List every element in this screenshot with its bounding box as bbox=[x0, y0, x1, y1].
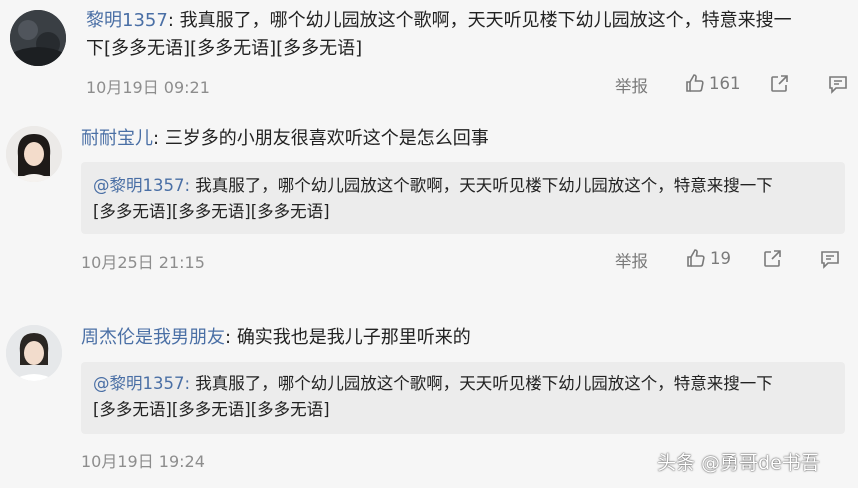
quoted-comment[interactable]: @黎明1357: 我真服了，哪个幼儿园放这个歌啊，天天听见楼下幼儿园放这个，特意… bbox=[81, 362, 845, 434]
comment-item: 黎明1357: 我真服了，哪个幼儿园放这个歌啊，天天听见楼下幼儿园放这个，特意来… bbox=[0, 0, 858, 110]
comment-body: 确实我也是我儿子那里听来的 bbox=[236, 327, 471, 348]
share-button[interactable] bbox=[762, 249, 782, 269]
quoted-body-continued: [多多无语][多多无语][多多无语] bbox=[93, 400, 330, 419]
separator: : bbox=[225, 327, 232, 348]
comment-date: 10月25日 21:15 bbox=[81, 253, 205, 272]
thumb-up-icon bbox=[686, 248, 706, 268]
quoted-comment[interactable]: @黎明1357: 我真服了，哪个幼儿园放这个歌啊，天天听见楼下幼儿园放这个，特意… bbox=[81, 162, 845, 234]
avatar[interactable] bbox=[10, 10, 66, 66]
like-count: 161 bbox=[709, 73, 741, 93]
reply-button[interactable] bbox=[828, 74, 848, 94]
separator: : bbox=[153, 128, 160, 149]
username-link[interactable]: 周杰伦是我男朋友 bbox=[81, 327, 225, 348]
comment-date: 10月19日 09:21 bbox=[86, 78, 210, 97]
comment-body: 我真服了，哪个幼儿园放这个歌啊，天天听见楼下幼儿园放这个，特意来搜一 bbox=[179, 10, 792, 31]
quoted-text-continued: [多多无语][多多无语][多多无语] bbox=[93, 200, 330, 224]
username-link[interactable]: 黎明1357 bbox=[86, 10, 168, 31]
watermark: 头条 @勇哥de书吾 bbox=[657, 452, 820, 474]
report-button[interactable]: 举报 bbox=[615, 248, 648, 272]
like-button[interactable]: 161 bbox=[685, 73, 741, 93]
quoted-text-continued: [多多无语][多多无语][多多无语] bbox=[93, 398, 330, 422]
comment-date: 10月19日 19:24 bbox=[81, 452, 205, 471]
comment-text-continued: 下[多多无语][多多无语][多多无语] bbox=[86, 36, 362, 62]
quoted-text: @黎明1357: 我真服了，哪个幼儿园放这个歌啊，天天听见楼下幼儿园放这个，特意… bbox=[93, 174, 773, 198]
comment-body-continued: 下[多多无语][多多无语][多多无语] bbox=[86, 38, 363, 59]
share-icon bbox=[769, 74, 789, 94]
share-icon bbox=[762, 249, 782, 269]
username-link[interactable]: 耐耐宝儿 bbox=[81, 128, 153, 149]
comment-text: 耐耐宝儿: 三岁多的小朋友很喜欢听这个是怎么回事 bbox=[81, 126, 489, 152]
thumb-up-icon bbox=[685, 73, 705, 93]
comment-icon bbox=[820, 249, 840, 269]
separator: : bbox=[167, 10, 174, 31]
comment-icon bbox=[828, 74, 848, 94]
comment-text: 周杰伦是我男朋友: 确实我也是我儿子那里听来的 bbox=[81, 325, 471, 351]
quoted-username-link[interactable]: @黎明1357: bbox=[93, 176, 190, 195]
reply-button[interactable] bbox=[820, 249, 840, 269]
quoted-body: 我真服了，哪个幼儿园放这个歌啊，天天听见楼下幼儿园放这个，特意来搜一下 bbox=[190, 176, 773, 195]
report-button[interactable]: 举报 bbox=[615, 73, 648, 97]
avatar[interactable] bbox=[6, 325, 62, 381]
quoted-body-continued: [多多无语][多多无语][多多无语] bbox=[93, 202, 330, 221]
quoted-body: 我真服了，哪个幼儿园放这个歌啊，天天听见楼下幼儿园放这个，特意来搜一下 bbox=[190, 374, 773, 393]
share-button[interactable] bbox=[769, 74, 789, 94]
quoted-username-link[interactable]: @黎明1357: bbox=[93, 374, 190, 393]
quoted-text: @黎明1357: 我真服了，哪个幼儿园放这个歌啊，天天听见楼下幼儿园放这个，特意… bbox=[93, 372, 773, 396]
avatar[interactable] bbox=[6, 126, 62, 182]
like-button[interactable]: 19 bbox=[686, 248, 731, 268]
comment-body: 三岁多的小朋友很喜欢听这个是怎么回事 bbox=[164, 128, 489, 149]
comment-text: 黎明1357: 我真服了，哪个幼儿园放这个歌啊，天天听见楼下幼儿园放这个，特意来… bbox=[86, 8, 792, 34]
like-count: 19 bbox=[710, 248, 731, 268]
comment-item: 耐耐宝儿: 三岁多的小朋友很喜欢听这个是怎么回事 @黎明1357: 我真服了，哪… bbox=[0, 110, 858, 290]
